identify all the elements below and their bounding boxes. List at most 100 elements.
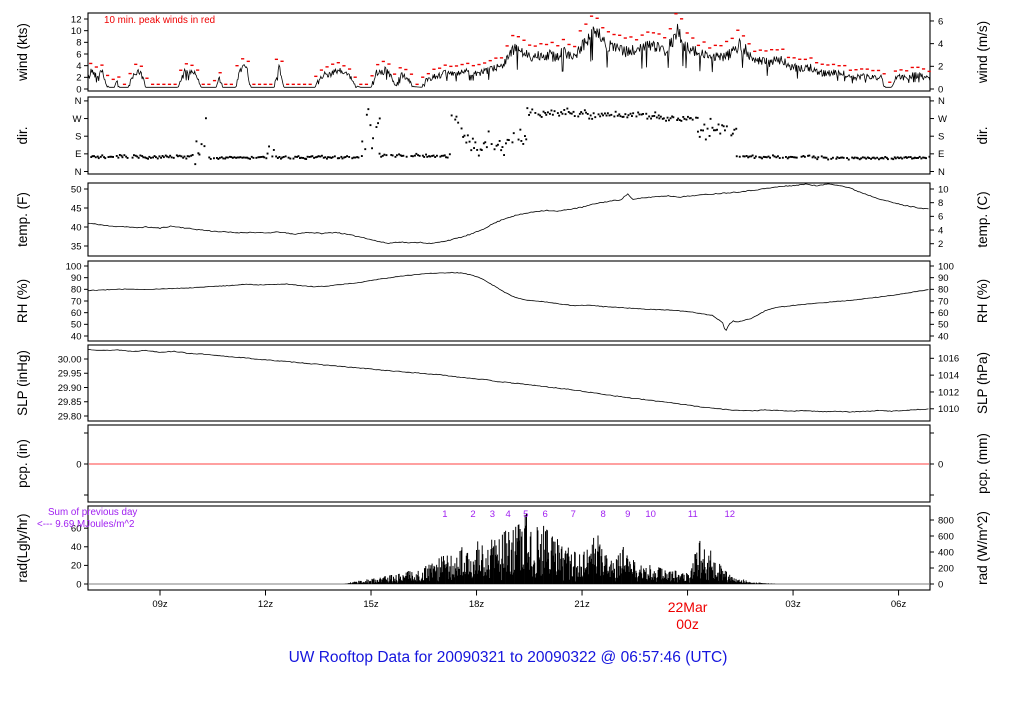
rad-milestone-labels: 1 2 3 4 5 6 7 8 9 10 11 12 [442, 509, 735, 520]
y-tick-label-left: 0 [76, 459, 81, 470]
rad-milestone-label: 2 [470, 509, 475, 520]
y-tick-label-left: 40 [71, 542, 82, 553]
y-tick-label-right: 8 [938, 198, 943, 209]
x-tick-label: 18z [469, 599, 485, 610]
y-tick-label-right: N [938, 167, 945, 178]
y-tick-label-right: 2 [938, 62, 943, 73]
axis-title-right-wind: wind (m/s) [975, 21, 990, 84]
y-tick-label-left: 70 [71, 296, 82, 307]
rad-milestone-label: 4 [506, 509, 511, 520]
x-date-label-line1: 22Mar [668, 599, 708, 615]
rad-milestone-label: 8 [600, 509, 605, 520]
axis-title-left-pcp: pcp. (in) [15, 439, 30, 488]
panel-pcp: 0 0 pcp. (in) pcp. (mm) [15, 424, 990, 503]
y-tick-label-right: 40 [938, 331, 949, 342]
dir-scatter [90, 107, 931, 166]
y-tick-label-left: E [75, 149, 81, 160]
y-tick-label-left: 20 [71, 561, 82, 572]
rad-milestone-label: 11 [688, 509, 698, 520]
y-tick-label-right: 800 [938, 515, 954, 526]
y-tick-label-right: 2 [938, 239, 943, 250]
rad-milestone-label: 10 [645, 509, 656, 520]
y-tick-label-left: 12 [71, 14, 82, 25]
y-tick-label-right: 70 [938, 296, 949, 307]
y-tick-label-left: 50 [71, 320, 82, 331]
y-tick-label-left: S [75, 132, 81, 143]
rh-series [87, 271, 929, 331]
y-tick-label-left: W [73, 114, 82, 125]
y-tick-label-right: 0 [938, 579, 943, 590]
temp-series [87, 183, 929, 245]
y-tick-label-left: 2 [76, 73, 81, 84]
rad-milestone-label: 3 [490, 509, 495, 520]
rad-milestone-label: 6 [542, 509, 547, 520]
axis-title-right-pcp: pcp. (mm) [975, 433, 990, 494]
y-tick-label-right: 4 [938, 225, 943, 236]
chart-title: UW Rooftop Data for 20090321 to 20090322… [289, 649, 728, 666]
wind-annotation: 10 min. peak winds in red [104, 15, 215, 26]
y-tick-label-left: N [75, 96, 82, 107]
y-tick-label-right: 100 [938, 261, 954, 272]
x-tick-label: 12z [258, 599, 274, 610]
y-tick-label-left: 29.80 [58, 411, 82, 422]
y-tick-label-left: 4 [76, 61, 81, 72]
panel-dir: NWSENNWSENdir. dir. [15, 96, 990, 178]
y-tick-label-right: 90 [938, 273, 949, 284]
wind-series [87, 23, 931, 88]
y-tick-label-left: 10 [71, 26, 82, 37]
slp-series [87, 348, 929, 413]
panel-rh: 405060708090100405060708090100RH (%) RH (… [15, 260, 990, 342]
rad-series [89, 513, 929, 585]
y-tick-label-left: 40 [71, 222, 82, 233]
axis-title-left-rad: rad(Lgly/hr) [15, 513, 30, 582]
y-tick-label-right: S [938, 132, 944, 143]
y-tick-label-right: E [938, 149, 944, 160]
y-tick-label-left: 29.90 [58, 383, 82, 394]
y-tick-label-left: 45 [71, 203, 82, 214]
axis-title-right-rh: RH (%) [975, 279, 990, 323]
axis-title-right-slp: SLP (hPa) [975, 352, 990, 414]
axis-title-left-dir: dir. [15, 126, 30, 144]
y-tick-label-left: N [75, 167, 82, 178]
axis-title-right-temp: temp. (C) [975, 191, 990, 247]
y-tick-label-right: 60 [938, 308, 949, 319]
x-date-label-line2: 00z [676, 616, 699, 632]
axis-title-left-slp: SLP (inHg) [15, 350, 30, 416]
y-tick-label-left: 40 [71, 331, 82, 342]
axis-title-right-rad: rad (W/m^2) [975, 511, 990, 585]
y-tick-label-right: 1014 [938, 370, 959, 381]
weather-multipanel-plot: UW Rooftop Data for 20090321 to 20090322… [15, 12, 990, 666]
rad-milestone-label: 1 [442, 509, 447, 520]
x-tick-label: 15z [363, 599, 379, 610]
rad-milestone-label: 7 [571, 509, 576, 520]
weather-dashboard: UW Rooftop Data for 20090321 to 20090322… [0, 0, 1024, 705]
y-tick-label-right: 80 [938, 285, 949, 296]
rad-milestone-label: 5 [523, 509, 528, 520]
y-tick-label-right: 200 [938, 563, 954, 574]
axis-title-left-rh: RH (%) [15, 279, 30, 323]
y-tick-label-right: N [938, 96, 945, 107]
y-tick-label-left: 30.00 [58, 354, 82, 365]
y-tick-label-right: 0 [938, 84, 943, 95]
y-tick-label-right: 50 [938, 320, 949, 331]
y-tick-label-right: 6 [938, 212, 943, 223]
y-tick-label-left: 50 [71, 184, 82, 195]
y-tick-label-right: 6 [938, 16, 943, 27]
rad-milestone-label: 9 [625, 509, 630, 520]
panel-slp: 29.80 29.85 29.90 29.95 30.00 1010 1012 1014 101… [15, 344, 990, 422]
y-tick-label-left: 29.95 [58, 369, 82, 380]
y-tick-label-right: 400 [938, 547, 954, 558]
y-tick-label-right: 1012 [938, 387, 959, 398]
y-tick-label-right: W [938, 114, 947, 125]
y-tick-label-left: 100 [66, 261, 82, 272]
y-tick-label-left: 35 [71, 241, 82, 252]
axis-title-left-wind: wind (kts) [15, 23, 30, 82]
y-tick-label-left: 60 [71, 308, 82, 319]
y-tick-label-left: 6 [76, 49, 81, 60]
y-tick-label-right: 4 [938, 39, 943, 50]
y-tick-label-left: 90 [71, 273, 82, 284]
y-tick-label-left: 0 [76, 84, 81, 95]
axis-title-right-dir: dir. [975, 126, 990, 144]
y-tick-label-right: 10 [938, 184, 949, 195]
y-tick-label-left: 0 [76, 579, 81, 590]
